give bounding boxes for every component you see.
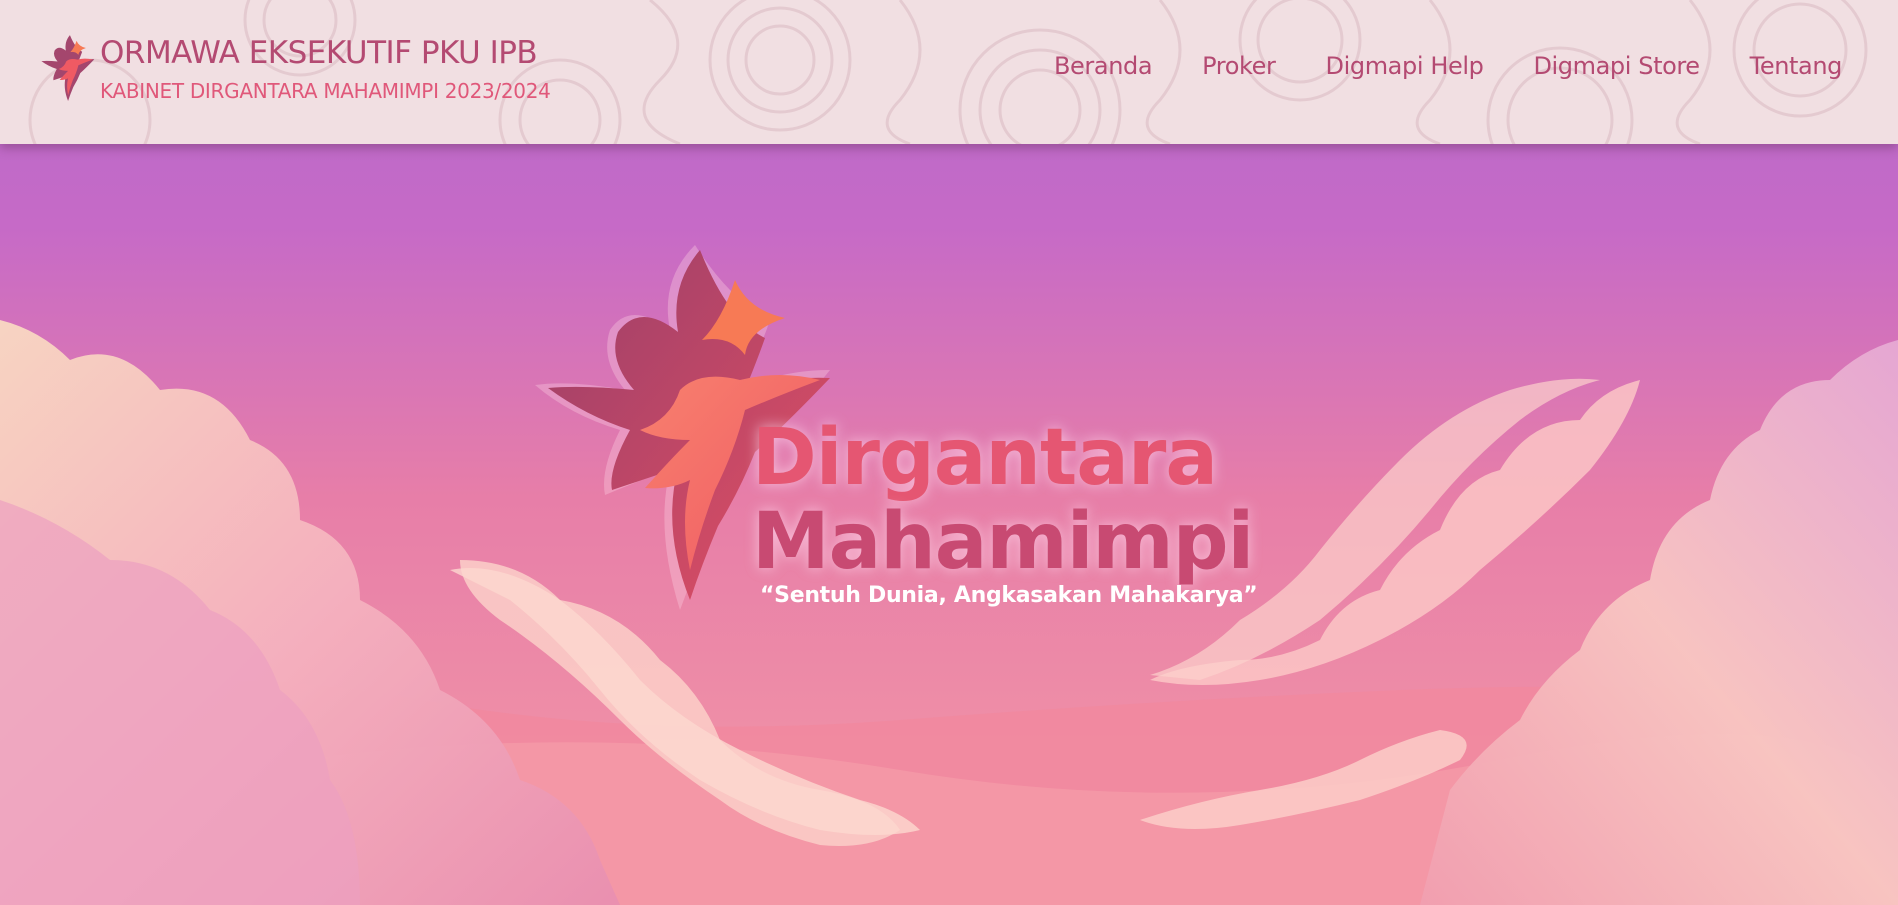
brand-text: ORMAWA EKSEKUTIF PKU IPB KABINET DIRGANT… xyxy=(100,30,551,104)
nav-item-digmapi-help[interactable]: Digmapi Help xyxy=(1326,52,1484,80)
hero-tagline: “Sentuh Dunia, Angkasakan Mahakarya” xyxy=(760,583,1258,608)
main-nav: Beranda Proker Digmapi Help Digmapi Stor… xyxy=(1004,52,1842,80)
phoenix-logo-icon xyxy=(41,35,95,101)
brand[interactable]: ORMAWA EKSEKUTIF PKU IPB KABINET DIRGANT… xyxy=(38,30,551,108)
nav-item-beranda[interactable]: Beranda xyxy=(1054,52,1153,80)
page: Dirgantara Mahamimpi “Sentuh Dunia, Angk… xyxy=(0,0,1898,905)
nav-item-tentang[interactable]: Tentang xyxy=(1750,52,1843,80)
site-title: ORMAWA EKSEKUTIF PKU IPB xyxy=(100,35,538,71)
nav-item-proker[interactable]: Proker xyxy=(1202,52,1276,80)
site-subtitle: KABINET DIRGANTARA MAHAMIMPI 2023/2024 xyxy=(100,79,551,103)
hero-title-line2: Mahamimpi xyxy=(752,497,1254,587)
nav-item-digmapi-store[interactable]: Digmapi Store xyxy=(1533,52,1700,80)
site-header: ORMAWA EKSEKUTIF PKU IPB KABINET DIRGANT… xyxy=(0,0,1898,144)
hero-title-line1: Dirgantara xyxy=(752,413,1218,503)
